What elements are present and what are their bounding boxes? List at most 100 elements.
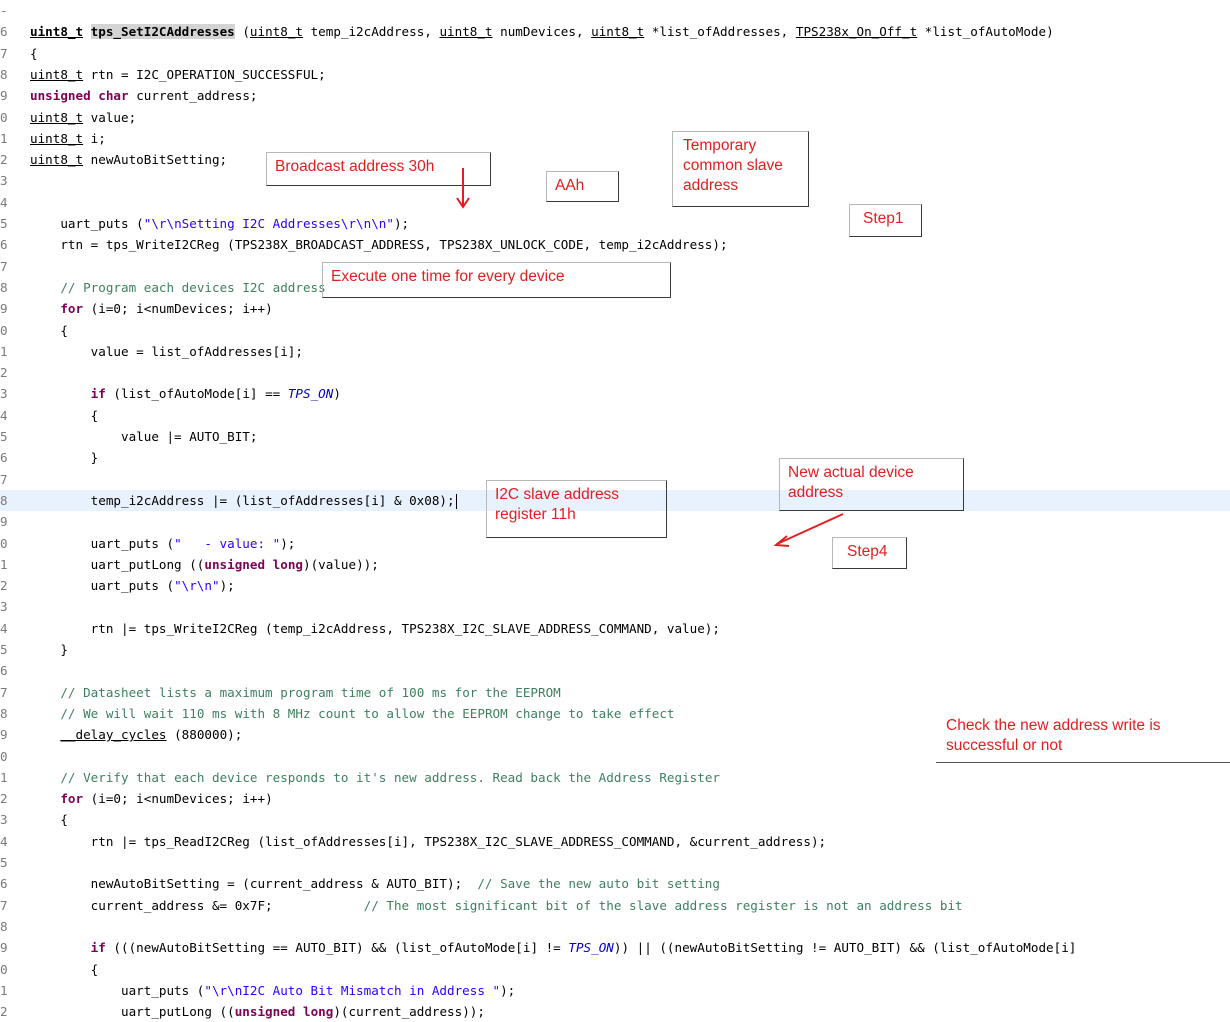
code-text: value |= AUTO_BIT;: [30, 429, 258, 444]
callout-text: AAh: [555, 177, 585, 194]
code-text: uart_puts ("\r\nI2C Auto Bit Mismatch in…: [30, 982, 516, 998]
code-line[interactable]: 6 uint8_t tps_SetI2CAddresses (uint8_t te…: [0, 21, 1230, 42]
code-line[interactable]: 6: [0, 660, 1230, 681]
code-line[interactable]: 3 {: [0, 809, 1230, 830]
callout-text: I2C slave address register 11h: [495, 486, 620, 523]
line-number: 0: [0, 322, 8, 338]
line-number: 0: [0, 109, 8, 125]
callout-new-actual-device-address: New actual device address: [779, 458, 964, 511]
code-line[interactable]: 2: [0, 362, 1230, 383]
code-text: uint8_t rtn = I2C_OPERATION_SUCCESSFUL;: [30, 66, 326, 82]
callout-i2c-slave-address-register: I2C slave address register 11h: [486, 480, 667, 538]
line-number: 1: [0, 556, 8, 572]
callout-text: Step4: [847, 543, 888, 560]
code-text: uart_puts (" - value: ");: [30, 535, 296, 551]
code-line[interactable]: 2 uart_puts ("\r\n");: [0, 575, 1230, 596]
line-number: 4: [0, 407, 8, 423]
code-line[interactable]: 5 }: [0, 639, 1230, 660]
code-line[interactable]: 4 rtn |= tps_ReadI2CReg (list_ofAddresse…: [0, 831, 1230, 852]
line-number: 2: [0, 791, 8, 807]
code-line[interactable]: 1 uint8_t i;: [0, 128, 1230, 149]
code-line[interactable]: 2 uart_putLong ((unsigned long)(current_…: [0, 1001, 1230, 1022]
code-text: }: [30, 450, 99, 466]
line-number: 6: [0, 237, 8, 253]
code-text: // Program each devices I2C address: [60, 279, 326, 295]
code-line[interactable]: 1 // Verify that each device responds to…: [0, 767, 1230, 788]
code-line[interactable]: 1 value = list_ofAddresses[i];: [0, 341, 1230, 362]
line-number: 8: [0, 66, 8, 82]
code-text: value = list_ofAddresses[i];: [30, 343, 303, 359]
line-number: 8: [0, 918, 8, 934]
code-text: uart_putLong ((unsigned long)(current_ad…: [30, 1004, 485, 1020]
line-number: 7: [0, 684, 8, 700]
code-line[interactable]: 7{: [0, 43, 1230, 64]
code-line[interactable]: 1 uart_puts ("\r\nI2C Auto Bit Mismatch …: [0, 980, 1230, 1001]
line-number: 9: [0, 940, 8, 956]
line-number: 8: [0, 492, 8, 508]
line-number: 3: [0, 599, 8, 615]
code-line[interactable]: 3: [0, 596, 1230, 617]
line-number: 3: [0, 173, 8, 189]
code-text: rtn |= tps_WriteI2CReg (temp_i2cAddress,…: [30, 620, 720, 636]
code-line[interactable]: 0 uint8_t value;: [0, 107, 1230, 128]
line-number: 2: [0, 1004, 8, 1020]
code-line[interactable]: 9 unsigned char current_address;: [0, 85, 1230, 106]
code-text: uint8_t value;: [30, 109, 137, 125]
code-line[interactable]: 2 uint8_t newAutoBitSetting;: [0, 149, 1230, 170]
code-line[interactable]: 4 {: [0, 405, 1230, 426]
line-number: 6: [0, 450, 8, 466]
code-line[interactable]: 3 if (list_ofAutoMode[i] == TPS_ON): [0, 383, 1230, 404]
code-text: // Datasheet lists a maximum program tim…: [60, 684, 561, 700]
code-line[interactable]: 2 for (i=0; i<numDevices; i++): [0, 788, 1230, 809]
code-line[interactable]: 4 rtn |= tps_WriteI2CReg (temp_i2cAddres…: [0, 618, 1230, 639]
code-line[interactable]: 0 {: [0, 320, 1230, 341]
code-text: uint8_t tps_SetI2CAddresses (uint8_t tem…: [30, 24, 1054, 40]
line-number: 9: [0, 88, 8, 104]
callout-step4: Step4: [832, 537, 907, 569]
callout-text: Execute one time for every device: [331, 268, 565, 285]
line-number: 6: [0, 24, 8, 40]
code-text: if (((newAutoBitSetting == AUTO_BIT) && …: [90, 940, 1077, 956]
code-text: rtn = tps_WriteI2CReg (TPS238X_BROADCAST…: [30, 237, 728, 253]
callout-step1: Step1: [849, 204, 922, 237]
line-number: 0: [0, 748, 8, 764]
code-line[interactable]: 6 }: [0, 447, 1230, 468]
callout-text: New actual device address: [788, 464, 914, 501]
code-line[interactable]: 1 uart_putLong ((unsigned long)(value));: [0, 554, 1230, 575]
code-line[interactable]: 8 uint8_t rtn = I2C_OPERATION_SUCCESSFUL;: [0, 64, 1230, 85]
code-line[interactable]: 0 {: [0, 959, 1230, 980]
callout-broadcast-address: Broadcast address 30h: [266, 152, 491, 186]
code-text: }: [30, 642, 68, 657]
code-line[interactable]: 8: [0, 916, 1230, 937]
line-number: 2: [0, 152, 8, 168]
callout-check-new-address: Check the new address write is successfu…: [936, 716, 1226, 762]
code-line[interactable]: 9 for (i=0; i<numDevices; i++): [0, 298, 1230, 319]
line-number: 8: [0, 279, 8, 295]
line-number: 1: [0, 769, 8, 785]
line-number: 7: [0, 45, 8, 61]
code-text: uart_putLong ((unsigned long)(value));: [30, 556, 379, 572]
code-line[interactable]: 6 rtn = tps_WriteI2CReg (TPS238X_BROADCA…: [0, 234, 1230, 255]
code-line[interactable]: 7 // Datasheet lists a maximum program t…: [0, 682, 1230, 703]
line-number: 5: [0, 855, 8, 870]
code-text: uint8_t newAutoBitSetting;: [30, 152, 228, 168]
code-text: unsigned char current_address;: [30, 88, 258, 104]
line-number: 5: [0, 216, 8, 231]
line-number: 1: [0, 982, 8, 998]
code-line[interactable]: 5 value |= AUTO_BIT;: [0, 426, 1230, 447]
line-number: 9: [0, 727, 8, 743]
code-text: {: [30, 961, 99, 977]
code-line[interactable]: 5 uart_puts ("\r\nSetting I2C Addresses\…: [0, 213, 1230, 234]
callout-temporary-slave-address: Temporary common slave address: [672, 131, 809, 207]
callout-text: Check the new address write is successfu…: [946, 717, 1161, 754]
code-line[interactable]: -: [0, 0, 1230, 21]
code-line[interactable]: 5: [0, 852, 1230, 873]
code-line[interactable]: 9 if (((newAutoBitSetting == AUTO_BIT) &…: [0, 937, 1230, 958]
line-number: -: [0, 3, 8, 18]
code-text: uint8_t i;: [30, 130, 106, 146]
line-number: 8: [0, 705, 8, 721]
code-text: current_address &= 0x7F; // The most sig…: [30, 897, 963, 913]
line-number: 3: [0, 812, 8, 828]
code-line[interactable]: 7 current_address &= 0x7F; // The most s…: [0, 895, 1230, 916]
code-line[interactable]: 6 newAutoBitSetting = (current_address &…: [0, 873, 1230, 894]
